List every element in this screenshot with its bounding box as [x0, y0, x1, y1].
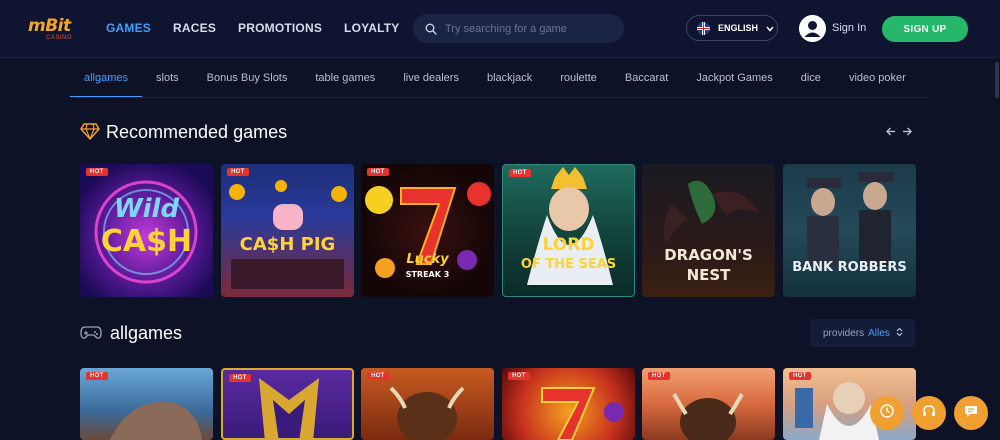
hot-badge: HOT [229, 374, 251, 382]
game-title-line2: CA$H [100, 224, 193, 259]
game-title-line2: OF THE SEAS [520, 257, 617, 272]
nav-races[interactable]: RACES [173, 21, 216, 35]
hot-badge: HOT [86, 372, 108, 380]
hot-badge: HOT [789, 372, 811, 380]
headset-icon [921, 403, 937, 424]
game-card[interactable]: HOT [221, 368, 354, 440]
hot-badge: HOT [509, 169, 531, 177]
game-art [807, 172, 893, 266]
search-icon [425, 22, 437, 40]
logo-subtext: CASINO [46, 35, 73, 41]
recommended-title: Recommended games [106, 122, 288, 142]
providers-value: Alles [868, 327, 890, 339]
language-selector[interactable]: ENGLISH [686, 15, 778, 41]
game-art [229, 180, 347, 289]
tabs-divider [70, 97, 930, 98]
search-bar[interactable] [413, 14, 624, 43]
hot-badge: HOT [227, 168, 249, 176]
game-title-line1: LORD [542, 235, 595, 255]
game-card[interactable]: HOT [80, 368, 213, 440]
scrollbar-thumb[interactable] [995, 62, 999, 98]
arrow-left-icon[interactable] [886, 124, 896, 139]
providers-label: providers [823, 327, 865, 339]
hot-badge: HOT [648, 372, 670, 380]
game-title-line2: NEST [686, 266, 731, 284]
search-input[interactable] [445, 14, 615, 43]
support-button[interactable] [912, 396, 946, 430]
game-card-bank-robbers[interactable]: BANK ROBBERS [783, 164, 916, 297]
category-tabs: allgames slots Bonus Buy Slots table gam… [70, 72, 920, 98]
chevron-down-icon [766, 19, 774, 37]
game-title-line1: BANK ROBBERS [792, 260, 907, 275]
top-header: mBit CASINO GAMES RACES PROMOTIONS LOYAL… [0, 0, 1000, 58]
gamepad-icon [80, 324, 102, 346]
tab-dice[interactable]: dice [787, 72, 835, 98]
hot-badge: HOT [367, 372, 389, 380]
game-card[interactable]: HOT [361, 368, 494, 440]
game-card-cash-pig[interactable]: HOT CA$H PIG [221, 164, 354, 297]
signup-button[interactable]: SIGN UP [882, 16, 968, 42]
hot-badge: HOT [508, 372, 530, 380]
hot-badge: HOT [86, 168, 108, 176]
providers-dropdown[interactable]: providers Alles [810, 319, 915, 347]
clock-icon [879, 403, 895, 424]
tab-allgames[interactable]: allgames [70, 72, 143, 98]
game-card-lord-of-the-seas[interactable]: HOT LORD OF THE SEAS [502, 164, 635, 297]
chat-button[interactable] [954, 396, 988, 430]
tab-bonus-buy-slots[interactable]: Bonus Buy Slots [193, 72, 302, 98]
main-nav: GAMES RACES PROMOTIONS LOYALTY [106, 21, 421, 35]
nav-loyalty[interactable]: LOYALTY [344, 21, 399, 35]
tab-video-poker[interactable]: video poker [835, 72, 920, 98]
nav-promotions[interactable]: PROMOTIONS [238, 21, 322, 35]
carousel-arrows [886, 124, 912, 139]
game-title-line1: Wild [113, 194, 180, 224]
game-card-wild-cash[interactable]: HOT Wild CA$H [80, 164, 213, 297]
arrow-right-icon[interactable] [902, 124, 912, 139]
game-card-lucky-streak-3[interactable]: HOT Lucky STREAK 3 [361, 164, 494, 297]
diamond-icon [80, 123, 100, 145]
game-title-line1: Lucky [406, 252, 449, 267]
site-logo[interactable]: mBit CASINO [28, 16, 76, 41]
tab-jackpot-games[interactable]: Jackpot Games [682, 72, 786, 98]
signin-link[interactable]: Sign In [832, 22, 866, 34]
nav-games[interactable]: GAMES [106, 21, 151, 35]
game-art [527, 167, 613, 285]
language-label: ENGLISH [718, 23, 759, 33]
flag-uk-icon [697, 21, 710, 35]
sort-icon [896, 324, 903, 342]
game-title-line2: STREAK 3 [405, 270, 450, 279]
game-title-line1: DRAGON'S [664, 246, 753, 264]
game-card-dragons-nest[interactable]: DRAGON'S NEST [642, 164, 775, 297]
game-card[interactable]: HOT [502, 368, 635, 440]
tab-table-games[interactable]: table games [301, 72, 389, 98]
tab-slots[interactable]: slots [142, 72, 193, 98]
hot-badge: HOT [367, 168, 389, 176]
tab-baccarat[interactable]: Baccarat [611, 72, 682, 98]
game-card[interactable]: HOT [642, 368, 775, 440]
allgames-title: allgames [110, 323, 183, 343]
chat-icon [963, 403, 979, 424]
tab-blackjack[interactable]: blackjack [473, 72, 546, 98]
user-icon[interactable] [799, 15, 826, 42]
logo-text: mBit [28, 16, 71, 36]
game-title-line1: CA$H PIG [239, 234, 336, 255]
tab-roulette[interactable]: roulette [546, 72, 611, 98]
tab-live-dealers[interactable]: live dealers [389, 72, 473, 98]
page-scrollbar[interactable] [994, 60, 1000, 440]
recent-games-button[interactable] [870, 396, 904, 430]
